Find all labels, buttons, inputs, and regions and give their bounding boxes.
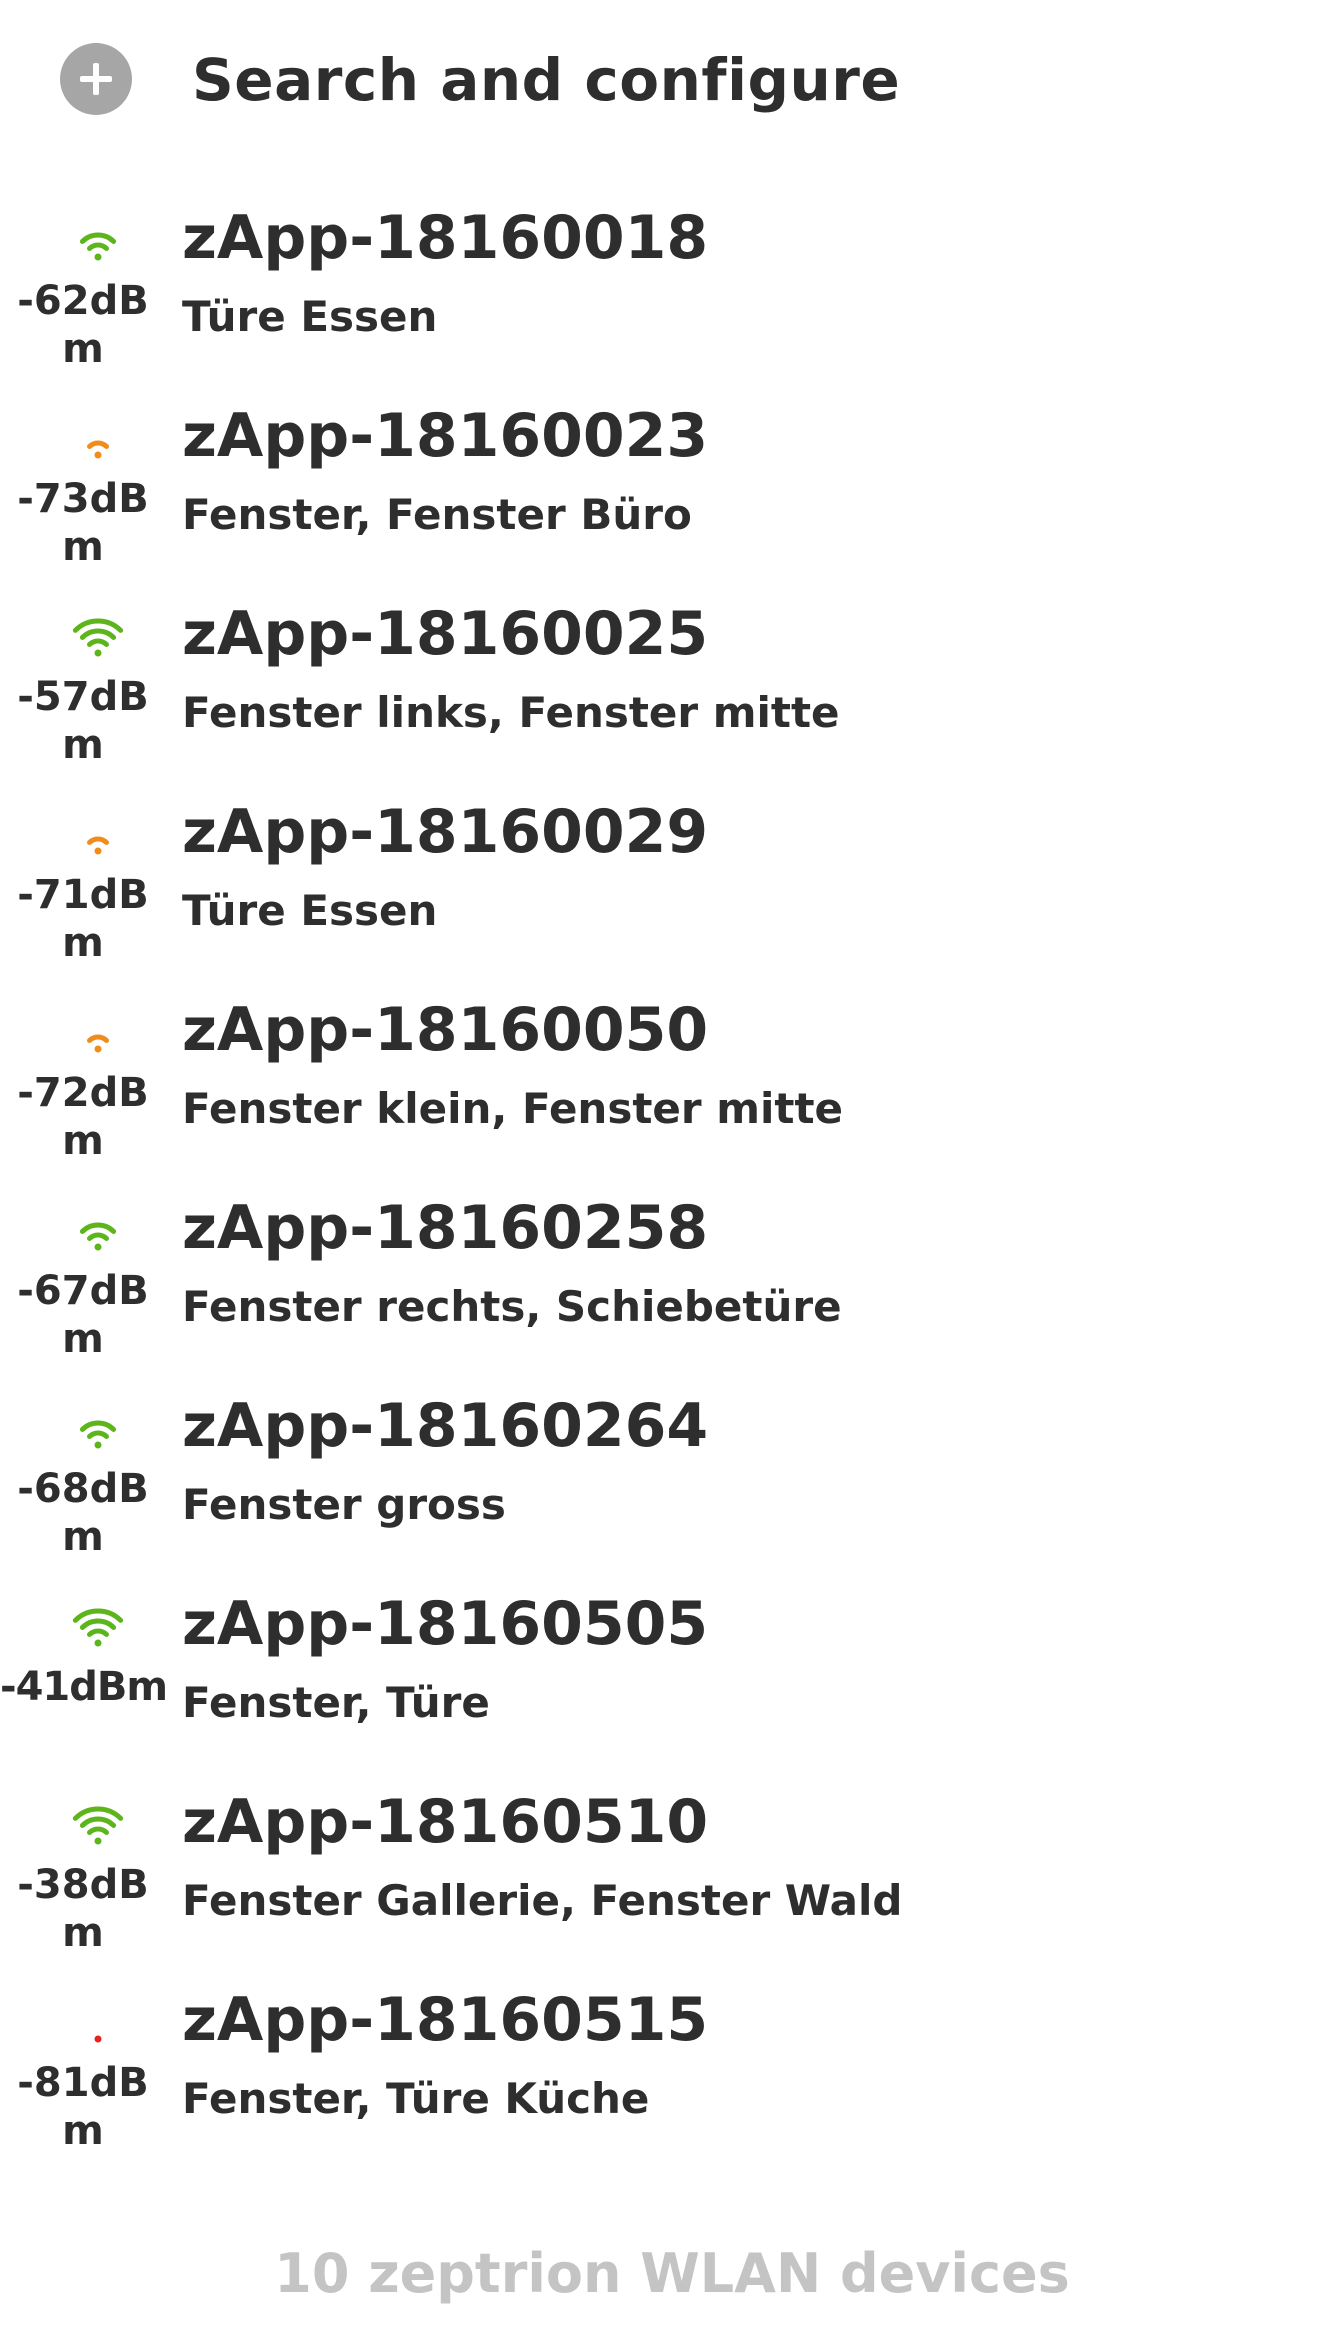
device-name: zApp-18160029 <box>182 797 709 867</box>
signal-indicator: -73dBm <box>0 391 166 589</box>
signal-indicator: -57dBm <box>0 589 166 787</box>
device-name: zApp-18160510 <box>182 1787 709 1857</box>
wifi-signal-icon <box>94 2035 102 2043</box>
device-description: Fenster rechts, Schiebetüre <box>182 1282 842 1331</box>
wifi-signal-icon <box>79 1420 117 1449</box>
signal-indicator: -67dBm <box>0 1183 166 1381</box>
device-description: Fenster Gallerie, Fenster Wald <box>182 1876 903 1925</box>
device-name: zApp-18160264 <box>182 1391 709 1461</box>
device-name: zApp-18160050 <box>182 995 709 1065</box>
wifi-signal-icon <box>87 1034 109 1053</box>
signal-strength-label: -72dBm <box>17 1070 149 1164</box>
device-row-zapp-18160510[interactable]: -38dBm zApp-18160510 Fenster Gallerie, F… <box>0 1777 1344 1975</box>
signal-indicator: -41dBm <box>0 1579 168 1777</box>
search-and-configure-button[interactable]: Search and configure <box>0 0 1344 160</box>
signal-strength-label: -41dBm <box>0 1664 168 1710</box>
device-description: Türe Essen <box>182 292 438 341</box>
device-row-zapp-18160029[interactable]: -71dBm zApp-18160029 Türe Essen <box>0 787 1344 985</box>
device-row-zapp-18160515[interactable]: -81dBm zApp-18160515 Fenster, Türe Küche <box>0 1975 1344 2173</box>
wifi-signal-icon <box>87 836 109 855</box>
signal-indicator: -72dBm <box>0 985 166 1183</box>
device-description: Fenster klein, Fenster mitte <box>182 1084 844 1133</box>
signal-strength-label: -81dBm <box>17 2060 149 2154</box>
device-name: zApp-18160258 <box>182 1193 709 1263</box>
device-row-zapp-18160025[interactable]: -57dBm zApp-18160025 Fenster links, Fens… <box>0 589 1344 787</box>
device-list: -62dBm zApp-18160018 Türe Essen -73dBm z… <box>0 193 1344 2173</box>
add-circle-icon[interactable] <box>60 43 132 115</box>
device-row-zapp-18160258[interactable]: -67dBm zApp-18160258 Fenster rechts, Sch… <box>0 1183 1344 1381</box>
wifi-signal-icon <box>72 1608 124 1647</box>
device-row-zapp-18160023[interactable]: -73dBm zApp-18160023 Fenster, Fenster Bü… <box>0 391 1344 589</box>
device-name: zApp-18160505 <box>182 1589 709 1659</box>
signal-strength-label: -73dBm <box>17 476 149 570</box>
device-description: Fenster, Türe <box>182 1678 490 1727</box>
signal-strength-label: -38dBm <box>17 1862 149 1956</box>
wifi-signal-icon <box>72 618 124 657</box>
device-row-zapp-18160050[interactable]: -72dBm zApp-18160050 Fenster klein, Fens… <box>0 985 1344 1183</box>
signal-strength-label: -68dBm <box>17 1466 149 1560</box>
device-row-zapp-18160018[interactable]: -62dBm zApp-18160018 Türe Essen <box>0 193 1344 391</box>
signal-indicator: -38dBm <box>0 1777 166 1975</box>
signal-strength-label: -57dBm <box>17 674 149 768</box>
device-description: Türe Essen <box>182 886 438 935</box>
device-row-zapp-18160505[interactable]: -41dBm zApp-18160505 Fenster, Türe <box>0 1579 1344 1777</box>
signal-strength-label: -67dBm <box>17 1268 149 1362</box>
device-row-zapp-18160264[interactable]: -68dBm zApp-18160264 Fenster gross <box>0 1381 1344 1579</box>
device-name: zApp-18160018 <box>182 203 709 273</box>
wifi-signal-icon <box>79 1222 117 1251</box>
header-title: Search and configure <box>192 46 901 114</box>
wifi-signal-icon <box>79 232 117 261</box>
device-name: zApp-18160515 <box>182 1985 709 2055</box>
signal-indicator: -81dBm <box>0 1975 166 2173</box>
device-description: Fenster gross <box>182 1480 506 1529</box>
device-description: Fenster, Türe Küche <box>182 2074 650 2123</box>
signal-strength-label: -62dBm <box>17 278 149 372</box>
device-description: Fenster links, Fenster mitte <box>182 688 840 737</box>
signal-indicator: -62dBm <box>0 193 166 391</box>
device-count: 10 zeptrion WLAN devices <box>274 2242 1070 2305</box>
wifi-signal-icon <box>72 1806 124 1845</box>
signal-indicator: -68dBm <box>0 1381 166 1579</box>
signal-strength-label: -71dBm <box>17 872 149 966</box>
device-name: zApp-18160023 <box>182 401 709 471</box>
signal-indicator: -71dBm <box>0 787 166 985</box>
device-description: Fenster, Fenster Büro <box>182 490 692 539</box>
device-name: zApp-18160025 <box>182 599 709 669</box>
wifi-signal-icon <box>87 440 109 459</box>
